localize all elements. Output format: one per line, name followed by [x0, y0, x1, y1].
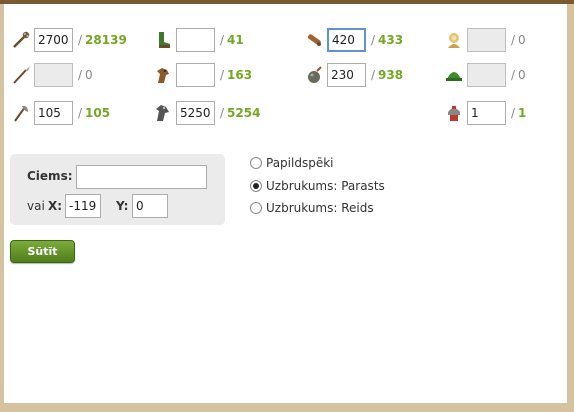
radio-selected-dot	[253, 183, 259, 189]
unit-available-ram[interactable]: 433	[378, 33, 403, 47]
unit-input-catapult[interactable]	[327, 63, 366, 87]
unit-input-settler[interactable]	[467, 63, 506, 87]
ram-icon	[303, 29, 325, 51]
unit-slot-spearman: / 0	[10, 63, 93, 87]
unit-available-hero[interactable]: 1	[518, 106, 526, 120]
y-coordinate-input[interactable]	[132, 194, 168, 218]
radio-attack-raid[interactable]	[250, 202, 262, 214]
slash-separator: /	[511, 33, 516, 47]
unit-available-settler: 0	[518, 68, 526, 82]
slash-separator: /	[220, 33, 225, 47]
x-label: X:	[48, 199, 63, 213]
paladin-horse-icon	[152, 64, 174, 86]
scout-icon	[152, 29, 174, 51]
unit-input-paladin[interactable]	[176, 63, 215, 87]
clubswinger-icon	[10, 29, 32, 51]
settler-icon	[443, 64, 465, 86]
unit-slot-catapult: / 938	[303, 63, 403, 87]
slash-separator: /	[220, 106, 225, 120]
teutonic-knight-icon	[152, 102, 174, 124]
unit-input-scout[interactable]	[176, 28, 215, 52]
unit-slot-settler: / 0	[443, 63, 526, 87]
unit-available-clubswinger[interactable]: 28139	[85, 33, 127, 47]
unit-available-axeman[interactable]: 105	[85, 106, 110, 120]
unit-input-ram[interactable]	[327, 28, 366, 52]
option-attack-raid-label: Uzbrukums: Reids	[266, 201, 374, 215]
unit-slot-hero: / 1	[443, 101, 526, 125]
option-attack-raid[interactable]: Uzbrukums: Reids	[250, 201, 374, 215]
slash-separator: /	[78, 33, 83, 47]
unit-available-spearman: 0	[85, 68, 93, 82]
option-attack-normal-label: Uzbrukums: Parasts	[266, 179, 385, 193]
radio-reinforcement[interactable]	[250, 157, 262, 169]
y-label: Y:	[116, 199, 129, 213]
slash-separator: /	[78, 68, 83, 82]
radio-attack-normal[interactable]	[250, 180, 262, 192]
unit-slot-axeman: / 105	[10, 101, 110, 125]
or-label: vai	[27, 199, 45, 213]
hero-icon	[443, 102, 465, 124]
send-button[interactable]: Sūtīt	[10, 240, 75, 263]
unit-available-chief: 0	[518, 33, 526, 47]
x-coordinate-input[interactable]	[65, 194, 101, 218]
unit-input-teutonic-knight[interactable]	[176, 101, 215, 125]
slash-separator: /	[371, 68, 376, 82]
unit-available-paladin[interactable]: 163	[227, 68, 252, 82]
slash-separator: /	[371, 33, 376, 47]
slash-separator: /	[220, 68, 225, 82]
unit-input-clubswinger[interactable]	[34, 28, 73, 52]
option-attack-normal[interactable]: Uzbrukums: Parasts	[250, 179, 385, 193]
slash-separator: /	[78, 106, 83, 120]
village-name-input[interactable]	[76, 165, 207, 189]
unit-slot-scout: / 41	[152, 28, 244, 52]
option-reinforcement-label: Papildspēki	[266, 156, 334, 170]
unit-slot-teutonic-knight: / 5254	[152, 101, 260, 125]
unit-slot-clubswinger: / 28139	[10, 28, 127, 52]
unit-input-axeman[interactable]	[34, 101, 73, 125]
slash-separator: /	[511, 106, 516, 120]
unit-slot-paladin: / 163	[152, 63, 252, 87]
slash-separator: /	[511, 68, 516, 82]
catapult-icon	[303, 64, 325, 86]
unit-input-hero[interactable]	[467, 101, 506, 125]
unit-available-scout[interactable]: 41	[227, 33, 244, 47]
chief-icon	[443, 29, 465, 51]
village-label: Ciems:	[27, 169, 73, 183]
target-coordinates-box: Ciems: vai X: Y:	[10, 154, 225, 225]
spearman-icon	[10, 64, 32, 86]
unit-slot-ram: / 433	[303, 28, 403, 52]
option-reinforcement[interactable]: Papildspēki	[250, 156, 334, 170]
unit-input-spearman[interactable]	[34, 63, 73, 87]
axeman-icon	[10, 102, 32, 124]
unit-available-teutonic-knight[interactable]: 5254	[227, 106, 260, 120]
send-troops-panel: / 28139 / 0 / 105 / 41 / 163	[4, 4, 567, 403]
unit-slot-chief: / 0	[443, 28, 526, 52]
unit-input-chief[interactable]	[467, 28, 506, 52]
unit-available-catapult[interactable]: 938	[378, 68, 403, 82]
